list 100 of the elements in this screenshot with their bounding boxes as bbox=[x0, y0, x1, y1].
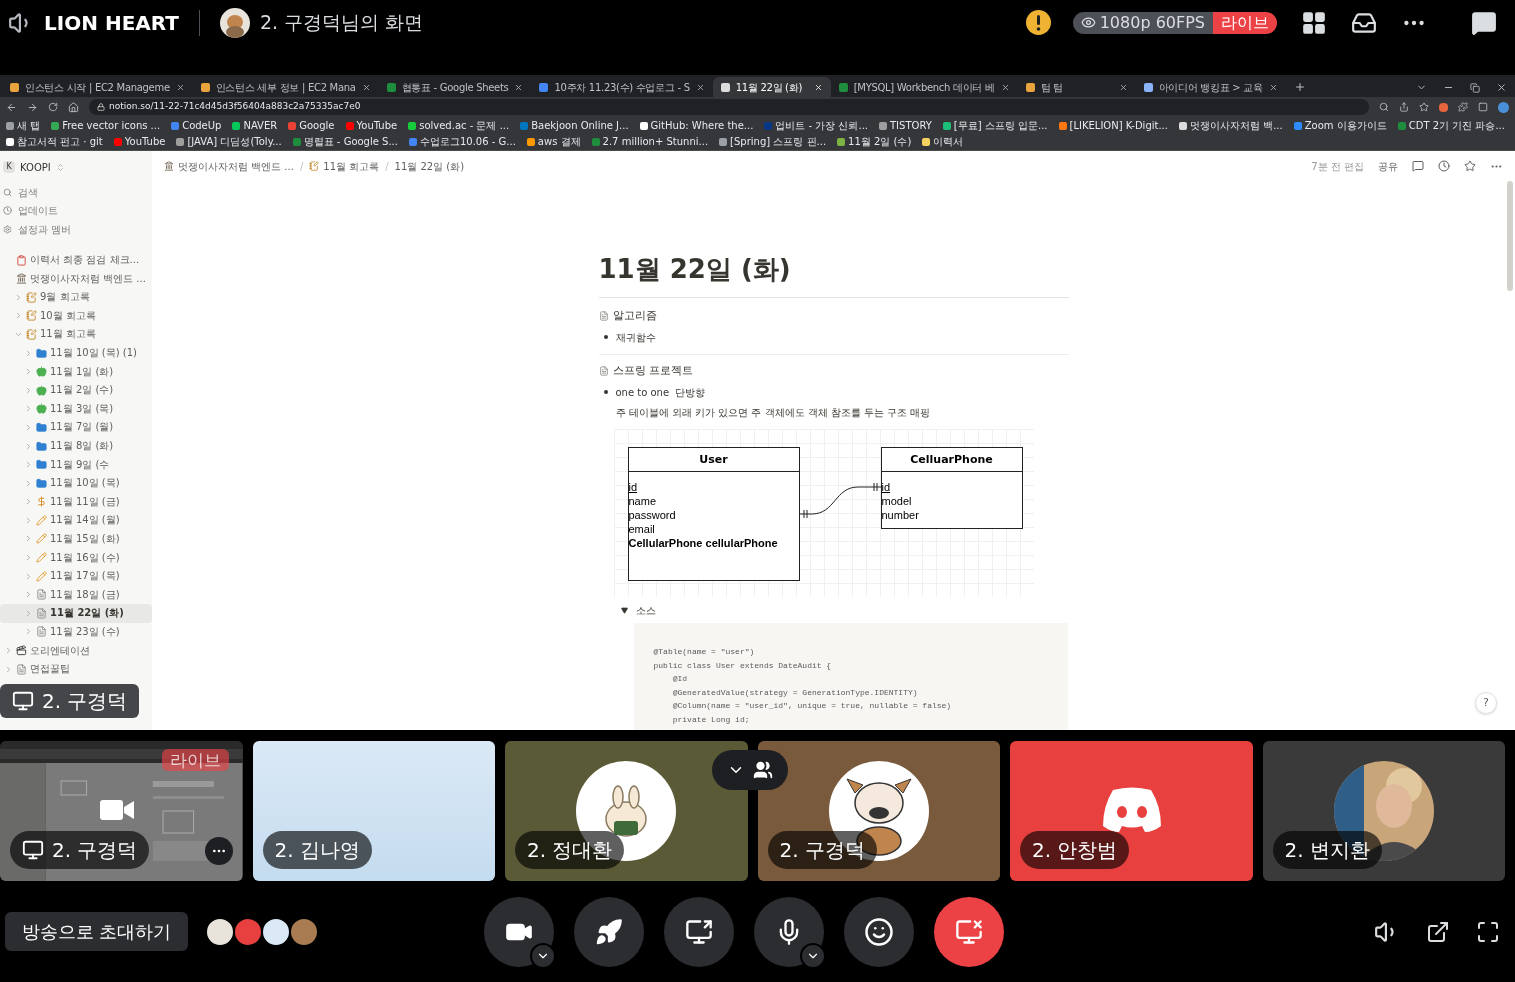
new-tab-icon[interactable] bbox=[1293, 81, 1306, 93]
bookmark-item[interactable]: [LIKELION] K-Digit... bbox=[1058, 118, 1168, 133]
share-button[interactable]: 공유 bbox=[1378, 158, 1398, 174]
bookmark-item[interactable]: 2.7 million+ Stunni... bbox=[591, 134, 709, 149]
profile-avatar-icon[interactable] bbox=[1498, 101, 1509, 113]
bookmark-item[interactable]: aws 결제 bbox=[526, 134, 581, 149]
sidebar-page-item[interactable]: 11월 17일 (목) bbox=[0, 566, 152, 586]
history-icon[interactable] bbox=[1438, 160, 1450, 172]
sidebar-page-item[interactable]: 11월 22일 (화) bbox=[0, 604, 152, 623]
bookmark-item[interactable]: 이력서 bbox=[922, 134, 964, 149]
bookmark-item[interactable]: 업비트 - 가장 신뢰... bbox=[764, 118, 868, 133]
sidebar-page-item[interactable]: 11월 회고록 bbox=[0, 325, 152, 344]
bookmark-item[interactable]: solved.ac - 문제 ... bbox=[408, 118, 510, 133]
address-bar[interactable]: notion.so/11-22-71c4d45d3f56404a883c2a75335ac7e0 bbox=[89, 99, 1369, 115]
bookmark-item[interactable]: 새 탭 bbox=[6, 118, 41, 133]
back-icon[interactable] bbox=[6, 101, 17, 113]
sidebar-page-item[interactable]: 11월 11일 (금) bbox=[0, 492, 152, 512]
switch-workspace-icon[interactable] bbox=[55, 162, 65, 172]
browser-tab[interactable]: 텀 텀 bbox=[1017, 77, 1136, 97]
sidebar-page-item[interactable]: 11월 9일 (수 bbox=[0, 455, 152, 474]
sidebar-page-item[interactable]: 11월 8일 (화) bbox=[0, 436, 152, 456]
browser-tab[interactable]: 인스턴스 세부 정보 | EC2 Mana bbox=[192, 77, 379, 97]
comment-icon[interactable] bbox=[1412, 160, 1424, 172]
sidebar-page-item[interactable]: 11월 3일 (목) bbox=[0, 399, 152, 419]
sidebar-page-item[interactable]: 11월 10일 (목) bbox=[0, 473, 152, 493]
bookmark-item[interactable]: TISTORY bbox=[879, 118, 932, 133]
grid-layout-icon[interactable] bbox=[1301, 9, 1327, 36]
extensions-icon[interactable] bbox=[1458, 102, 1468, 112]
browser-tab[interactable]: 아이디어 뱅킹표 > 교육 bbox=[1135, 77, 1286, 97]
sidebar-page-item[interactable]: 11월 7일 (월) bbox=[0, 418, 152, 437]
restore-icon[interactable] bbox=[1470, 83, 1480, 93]
browser-tab[interactable]: [MYSQL] Workbench 데이터 베 bbox=[830, 77, 1018, 97]
bookmark-item[interactable]: Baekjoon Online J... bbox=[520, 118, 629, 133]
bookmark-item[interactable]: NAVER bbox=[232, 118, 278, 133]
participant-tile[interactable]: 2. 변지환 bbox=[1262, 741, 1505, 881]
close-icon[interactable] bbox=[1118, 82, 1128, 92]
close-icon[interactable] bbox=[813, 82, 823, 92]
bookmark-item[interactable]: 멋쟁이사자처럼 백... bbox=[1178, 118, 1283, 133]
pop-out-icon[interactable] bbox=[1426, 919, 1450, 944]
search-icon[interactable] bbox=[1379, 102, 1389, 112]
close-icon[interactable] bbox=[695, 82, 705, 92]
sidebar-page-item[interactable]: 9월 회고록 bbox=[0, 287, 152, 307]
sidebar-menu-item[interactable]: 설정과 멤버 bbox=[0, 220, 152, 239]
sidebar-menu-item[interactable]: 검색 bbox=[0, 183, 152, 202]
sidebar-page-item[interactable]: 11월 1일 (화) bbox=[0, 362, 152, 381]
participant-tile[interactable]: 2. 정대환 bbox=[505, 741, 748, 881]
toggle-triangle-icon[interactable] bbox=[620, 606, 628, 614]
bookmark-item[interactable]: [JAVA] 디딤성(Toly... bbox=[176, 134, 282, 149]
sidebar-menu-item[interactable]: 업데이트 bbox=[0, 201, 152, 221]
sidebar-page-item[interactable]: 11월 15일 (화) bbox=[0, 529, 152, 549]
participants-toggle-button[interactable] bbox=[712, 750, 788, 790]
side-panel-icon[interactable] bbox=[1478, 102, 1488, 112]
close-icon[interactable] bbox=[1268, 82, 1278, 92]
chat-icon[interactable] bbox=[1471, 9, 1497, 36]
reload-icon[interactable] bbox=[48, 102, 58, 112]
participant-tile[interactable]: 2. 구경덕 bbox=[757, 741, 1000, 881]
favorite-star-icon[interactable] bbox=[1464, 160, 1476, 172]
browser-tab[interactable]: 10주차 11.23(수) 수업로그 - S bbox=[531, 77, 713, 97]
close-icon[interactable] bbox=[514, 82, 524, 92]
bookmark-item[interactable]: YouTube bbox=[345, 118, 398, 133]
sidebar-page-item[interactable]: 11월 23일 (수) bbox=[0, 622, 152, 642]
close-window-icon[interactable] bbox=[1496, 82, 1507, 93]
help-button[interactable]: ? bbox=[1475, 692, 1497, 714]
bookmark-item[interactable]: 11월 2일 (수) bbox=[837, 134, 912, 149]
forward-icon[interactable] bbox=[27, 101, 38, 113]
close-icon[interactable] bbox=[1000, 82, 1010, 92]
bookmark-item[interactable]: [Spring] 스프링 핀... bbox=[719, 134, 827, 149]
sidebar-page-item[interactable]: 11월 16일 (수) bbox=[0, 548, 152, 567]
browser-tab[interactable]: 11월 22일 (화) bbox=[712, 77, 831, 97]
sidebar-page-item[interactable]: 오리엔테이션 bbox=[0, 641, 152, 660]
sidebar-page-item[interactable]: 면접꿀팁 bbox=[0, 659, 152, 679]
bookmark-item[interactable]: CDT 2기 기진 파승... bbox=[1397, 118, 1505, 133]
home-icon[interactable] bbox=[68, 101, 79, 113]
fullscreen-icon[interactable] bbox=[1476, 919, 1500, 944]
toggle-item[interactable]: 소스 bbox=[598, 597, 1069, 623]
breadcrumb-link[interactable]: 11월 회고록 bbox=[309, 158, 380, 174]
bookmark-item[interactable]: 명렬표 - Google S... bbox=[292, 134, 398, 149]
workspace-name[interactable]: KOOPI bbox=[20, 159, 51, 175]
sidebar-page-item[interactable]: 11월 2일 (수) bbox=[0, 380, 152, 400]
sidebar-page-item[interactable]: 11월 10일 (목) (1) bbox=[0, 343, 152, 363]
sidebar-page-item[interactable]: 11월 18일 (금) bbox=[0, 585, 152, 605]
sidebar-page-item[interactable]: 이력서 최종 점검 체크... bbox=[0, 250, 152, 270]
scrollbar-thumb[interactable] bbox=[1507, 181, 1513, 291]
bookmark-star-icon[interactable] bbox=[1419, 102, 1429, 112]
participant-tile[interactable]: 라이브 2. 구경덕 bbox=[0, 741, 243, 881]
bookmark-item[interactable]: Free vector icons ... bbox=[51, 118, 161, 133]
extension-icon[interactable] bbox=[1439, 102, 1448, 112]
breadcrumb-link[interactable]: 멋쟁이사자처럼 백엔드 ... bbox=[164, 158, 294, 174]
bookmark-item[interactable]: Zoom 이용가이드 bbox=[1293, 118, 1387, 133]
participant-tile[interactable]: 2. 김나영 bbox=[252, 741, 495, 881]
share-icon[interactable] bbox=[1399, 102, 1409, 112]
bookmark-item[interactable]: CodeUp bbox=[171, 118, 222, 133]
bookmark-item[interactable]: GitHub: Where the... bbox=[639, 118, 754, 133]
bookmark-item[interactable]: Google bbox=[288, 118, 335, 133]
close-icon[interactable] bbox=[361, 82, 371, 92]
sidebar-page-item[interactable]: 11월 14일 (월) bbox=[0, 511, 152, 530]
bookmark-item[interactable]: 수업로그10.06 - G... bbox=[408, 134, 516, 149]
invite-to-stream-button[interactable]: 방송으로 초대하기 bbox=[5, 912, 188, 951]
close-icon[interactable] bbox=[175, 82, 185, 92]
breadcrumb-link[interactable]: 11월 22일 (화) bbox=[394, 158, 465, 174]
